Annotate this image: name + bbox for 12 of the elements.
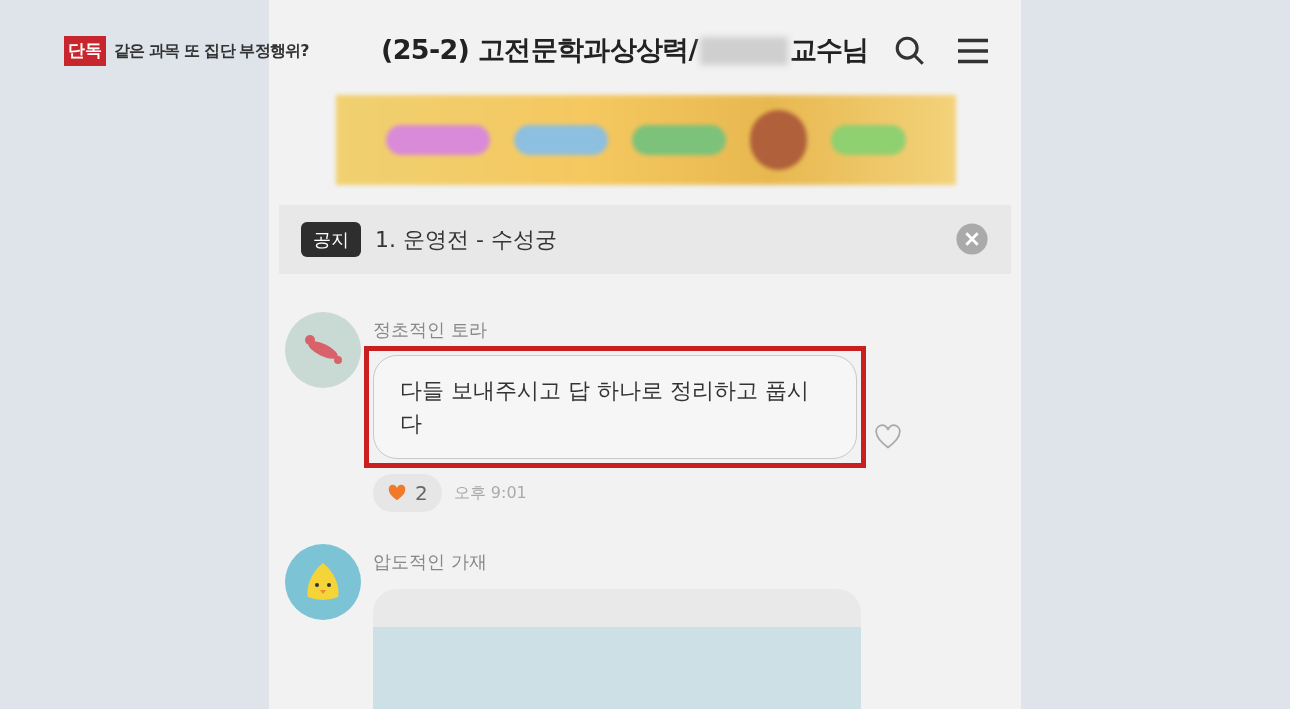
sender-name: 압도적인 가재 [373,550,488,574]
notice-badge: 공지 [301,221,361,257]
exclusive-badge: 단독 [64,36,106,66]
message-bubble: 다들 보내주시고 답 하나로 정리하고 풉시다 [373,355,857,459]
news-headline: 같은 과목 또 집단 부정행위? [114,39,309,62]
notice-text: 1. 운영전 - 수성궁 [375,225,558,254]
chat-title: (25-2) 고전문학과상상력/ 교수님 [381,33,869,68]
notice-bar[interactable]: 공지 1. 운영전 - 수성궁 [279,204,1011,274]
reaction-chip[interactable]: 2 [373,474,442,512]
sender-name: 정초적인 토라 [373,318,488,342]
message-time: 오후 9:01 [453,482,527,504]
heart-icon [387,484,407,502]
